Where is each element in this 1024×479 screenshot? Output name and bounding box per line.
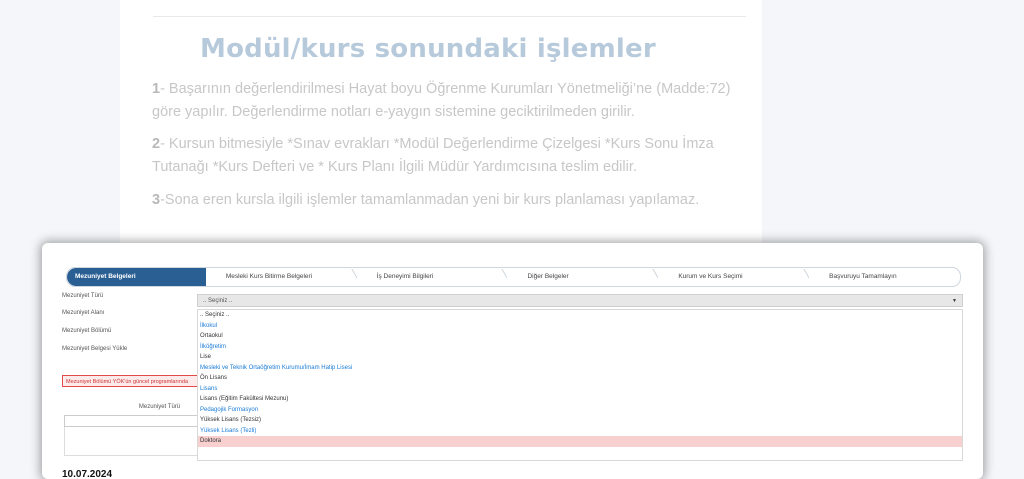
table-header: Mezuniyet Türü — [138, 404, 181, 410]
label-mezuniyet-alani: Mezuniyet Alanı — [62, 310, 105, 316]
dropdown-option[interactable]: Lise — [198, 352, 962, 363]
article-item-3: 3-Sona eren kursla ilgili işlemler tamam… — [152, 192, 700, 208]
dropdown-option[interactable]: Doktora — [198, 436, 962, 447]
step-kurum-kurs[interactable]: Kurum ve Kurs Seçimi — [658, 268, 809, 286]
dropdown-option[interactable]: Yüksek Lisans (Tezli) — [198, 426, 962, 437]
step-mesleki-kurs[interactable]: Mesleki Kurs Bitirme Belgeleri — [206, 268, 357, 286]
dropdown-option[interactable]: Yüksek Lisans (Tezsiz) — [198, 415, 962, 426]
label-belge-yukle: Mezuniyet Belgesi Yükle — [62, 346, 128, 352]
label-mezuniyet-turu: Mezuniyet Türü — [62, 293, 104, 299]
dropdown-option[interactable]: Ortaokul — [198, 331, 962, 342]
wizard-steps: Mezuniyet Belgeleri Mesleki Kurs Bitirme… — [66, 267, 961, 287]
step-mezuniyet-belgeleri[interactable]: Mezuniyet Belgeleri — [67, 268, 206, 286]
summary-table: Mezuniyet Türü — [62, 401, 217, 456]
step-basvuru-tamamla[interactable]: Başvuruyu Tamamlayın — [809, 268, 960, 286]
dropdown-option[interactable]: Lisans — [198, 384, 962, 395]
dropdown-option[interactable]: Ön Lisans — [198, 373, 962, 384]
dropdown-option[interactable]: .. Seçiniz .. — [198, 310, 962, 321]
dropdown-option[interactable]: Pedagojik Formasyon — [198, 405, 962, 416]
dropdown-option[interactable]: Lisans (Eğitim Fakültesi Mezunu) — [198, 394, 962, 405]
table-cell — [64, 415, 217, 427]
chevron-down-icon: ▼ — [952, 298, 957, 304]
step-is-deneyimi[interactable]: İş Deneyimi Bilgileri — [357, 268, 508, 286]
dropdown-option[interactable]: İlkokul — [198, 321, 962, 332]
dropdown-option[interactable]: Mesleki ve Teknik Ortaöğretim Kurumu/İma… — [198, 363, 962, 374]
article-title: Modül/kurs sonundaki işlemler — [200, 34, 656, 64]
dropdown-option[interactable]: İlköğretim — [198, 342, 962, 353]
warning-message: Mezuniyet Bölümü YÖK'ün güncel programla… — [62, 375, 214, 387]
mezuniyet-turu-select[interactable]: .. Seçiniz .. ▼ — [197, 294, 963, 307]
label-mezuniyet-bolumu: Mezuniyet Bölümü — [62, 328, 112, 334]
step-diger-belgeler[interactable]: Diğer Belgeler — [507, 268, 658, 286]
application-form-screenshot: Mezuniyet Belgeleri Mesleki Kurs Bitirme… — [42, 243, 983, 479]
article-item-2: 2- Kursun bitmesiyle *Sınav evrakları *M… — [152, 136, 714, 175]
date-stamp: 10.07.2024 — [62, 469, 113, 479]
mezuniyet-turu-dropdown: .. Seçiniz .. İlkokul Ortaokul İlköğretim Li… — [197, 309, 963, 461]
article-item-1: 1- Başarının değerlendirilmesi Hayat boy… — [152, 81, 731, 120]
divider — [153, 16, 746, 17]
table-cell — [64, 427, 217, 456]
